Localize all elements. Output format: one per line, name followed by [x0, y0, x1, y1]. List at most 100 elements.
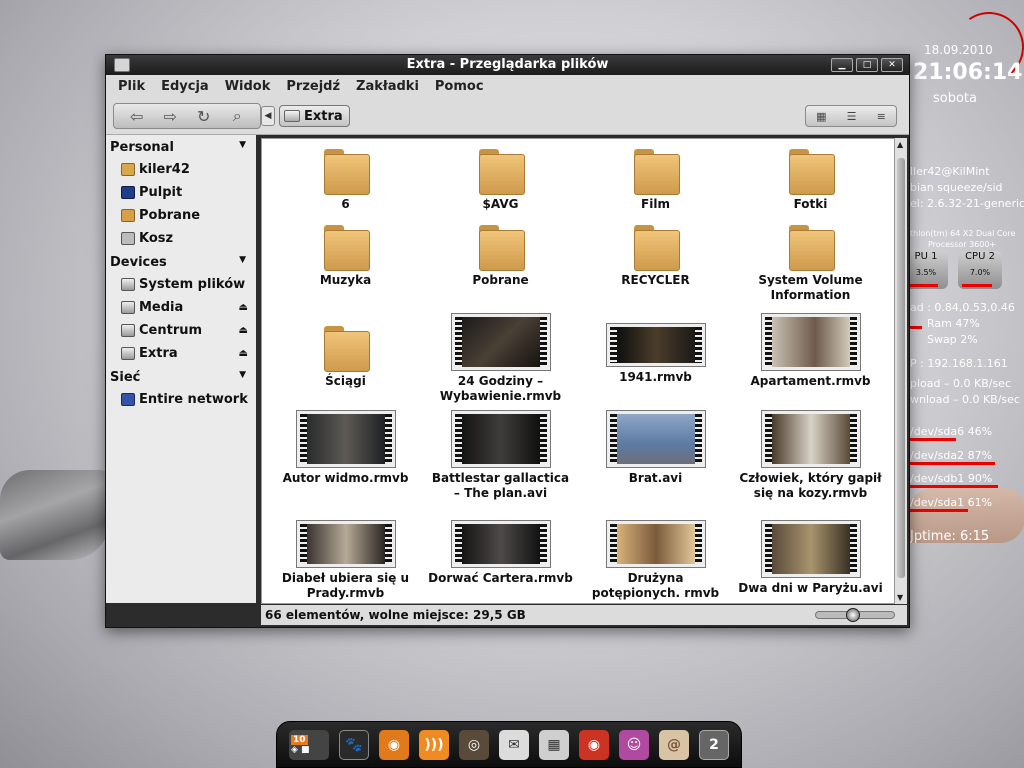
file-item[interactable]: Fotki: [733, 147, 888, 223]
conky-download: wnload – 0.0 KB/sec: [910, 393, 1020, 406]
workspace-switcher[interactable]: 2: [699, 729, 729, 760]
menu-pomoc[interactable]: Pomoc: [435, 79, 484, 94]
compact-view-icon[interactable]: ≡: [877, 110, 886, 123]
menu-zakladki[interactable]: Zakładki: [356, 79, 419, 94]
menu-plik[interactable]: Plik: [118, 79, 145, 94]
drive-icon: [121, 324, 135, 337]
file-item[interactable]: Apartament.rmvb: [733, 313, 888, 411]
sidebar-item-media[interactable]: Media ⏏: [106, 296, 256, 319]
file-item[interactable]: $AVG: [423, 147, 578, 223]
zoom-slider-knob[interactable]: [846, 608, 860, 622]
file-item[interactable]: Człowiek, który gapił się na kozy.rmvb: [733, 410, 888, 521]
path-bar: ◀ Extra: [261, 104, 350, 128]
file-item[interactable]: Film: [578, 147, 733, 223]
sidebar-item-centrum[interactable]: Centrum ⏏: [106, 319, 256, 342]
file-item[interactable]: 24 Godziny – Wybawienie.rmvb: [423, 313, 578, 411]
folder-icon: [788, 225, 835, 271]
back-arrow-icon[interactable]: ⇦: [124, 107, 150, 126]
sidebar-item-trash[interactable]: Kosz: [106, 227, 256, 250]
sidebar-item-label: Media: [139, 300, 184, 315]
window-menu-icon[interactable]: [114, 58, 130, 72]
calculator-icon[interactable]: ▦: [539, 729, 569, 760]
cpu2-box: CPU 2 7.0%: [958, 251, 1002, 289]
file-item[interactable]: Dorwać Cartera.rmvb: [423, 520, 578, 603]
eject-icon[interactable]: ⏏: [239, 348, 248, 359]
media-player-icon[interactable]: ◉: [579, 729, 609, 760]
sidebar-item-extra[interactable]: Extra ⏏: [106, 342, 256, 365]
conky-cpu-model-2: Processor 3600+: [928, 240, 997, 249]
gimp-icon[interactable]: 🐾: [339, 729, 369, 760]
video-thumbnail: [450, 410, 551, 468]
file-item[interactable]: Ściągi: [268, 314, 423, 411]
list-view-icon[interactable]: ☰: [847, 110, 857, 123]
pidgin-icon[interactable]: ☺: [619, 729, 649, 760]
file-item[interactable]: Battlestar gallactica – The plan.avi: [423, 410, 578, 521]
sidebar-item-downloads[interactable]: Pobrane: [106, 204, 256, 227]
sidebar-item-home[interactable]: kiler42: [106, 158, 256, 181]
file-label: Film: [641, 197, 670, 211]
conky-distro: bian squeeze/sid: [910, 181, 1003, 194]
path-crumb-extra[interactable]: Extra: [279, 105, 350, 127]
notification-applet[interactable]: 10 ◈ ■: [289, 729, 329, 760]
sidebar-header-personal[interactable]: Personal ▼: [106, 135, 256, 158]
sidebar-item-desktop[interactable]: Pulpit: [106, 181, 256, 204]
eject-icon[interactable]: ⏏: [239, 325, 248, 336]
chevron-down-icon[interactable]: ▼: [239, 370, 246, 380]
file-item[interactable]: Muzyka: [268, 223, 423, 314]
folder-icon: [323, 149, 370, 195]
file-item[interactable]: Brat.avi: [578, 410, 733, 521]
reload-icon[interactable]: ↻: [191, 107, 217, 126]
menu-widok[interactable]: Widok: [225, 79, 271, 94]
file-item[interactable]: Diabeł ubiera się u Prady.rmvb: [268, 520, 423, 603]
conky-upload: pload – 0.0 KB/sec: [910, 377, 1011, 390]
window-titlebar[interactable]: Extra - Przeglądarka plików ▁ □ ✕: [106, 55, 909, 75]
firefox-icon[interactable]: ◉: [379, 729, 409, 760]
file-item[interactable]: System Volume Information: [733, 223, 888, 314]
video-thumbnail: [605, 520, 706, 568]
trash-icon: [121, 232, 135, 245]
shell-icon[interactable]: @: [659, 729, 689, 760]
forward-arrow-icon[interactable]: ⇨: [157, 107, 183, 126]
file-item[interactable]: Pobrane: [423, 223, 578, 314]
mail-icon[interactable]: ✉: [499, 729, 529, 760]
sidebar-item-label: Pulpit: [139, 185, 183, 200]
chevron-down-icon[interactable]: ▼: [239, 255, 246, 265]
close-button[interactable]: ✕: [881, 58, 903, 72]
disk1-bar: [910, 438, 956, 441]
wallpaper-robot-arm: [0, 470, 110, 560]
conky-ip: P : 192.168.1.161: [910, 357, 1008, 370]
file-item[interactable]: 6: [268, 147, 423, 223]
rss-icon[interactable]: ))): [419, 729, 449, 760]
path-left-arrow-icon[interactable]: ◀: [261, 106, 275, 126]
sidebar-item-filesystem[interactable]: System plików: [106, 273, 256, 296]
conky-clock: 21:06:14: [913, 60, 1023, 85]
search-icon[interactable]: ⌕: [224, 106, 250, 126]
chevron-down-icon[interactable]: ▼: [239, 140, 246, 150]
sidebar-item-network[interactable]: Entire network: [106, 388, 256, 411]
vertical-scrollbar[interactable]: ▲ ▼: [895, 138, 907, 604]
eject-icon[interactable]: ⏏: [239, 302, 248, 313]
network-icon: [121, 393, 135, 406]
scroll-up-icon[interactable]: ▲: [897, 140, 903, 149]
icon-view-icon[interactable]: ▦: [816, 110, 826, 123]
file-item[interactable]: Autor widmo.rmvb: [268, 410, 423, 521]
disk4-bar: [910, 509, 968, 512]
file-item[interactable]: RECYCLER: [578, 223, 733, 314]
scrollbar-thumb[interactable]: [897, 158, 905, 578]
conky-cpu-model: thlon(tm) 64 X2 Dual Core: [910, 229, 1016, 238]
file-view[interactable]: 6 $AVG Film Fotki Muzyka Pobrane RECYCLE…: [261, 138, 895, 604]
zoom-slider[interactable]: [815, 608, 895, 622]
sidebar-header-network[interactable]: Sieć ▼: [106, 365, 256, 388]
sidebar-header-devices[interactable]: Devices ▼: [106, 250, 256, 273]
sidebar-item-label: Entire network: [139, 392, 248, 407]
scroll-down-icon[interactable]: ▼: [897, 593, 903, 602]
minimize-button[interactable]: ▁: [831, 58, 853, 72]
menu-przejdz[interactable]: Przejdź: [286, 79, 340, 94]
menu-edycja[interactable]: Edycja: [161, 79, 209, 94]
file-item[interactable]: Drużyna potępionych. rmvb: [578, 520, 733, 603]
video-thumbnail: [295, 410, 396, 468]
file-item[interactable]: 1941.rmvb: [578, 314, 733, 411]
file-item[interactable]: Dwa dni w Paryżu.avi: [733, 520, 888, 603]
maximize-button[interactable]: □: [856, 58, 878, 72]
speaker-icon[interactable]: ◎: [459, 729, 489, 760]
